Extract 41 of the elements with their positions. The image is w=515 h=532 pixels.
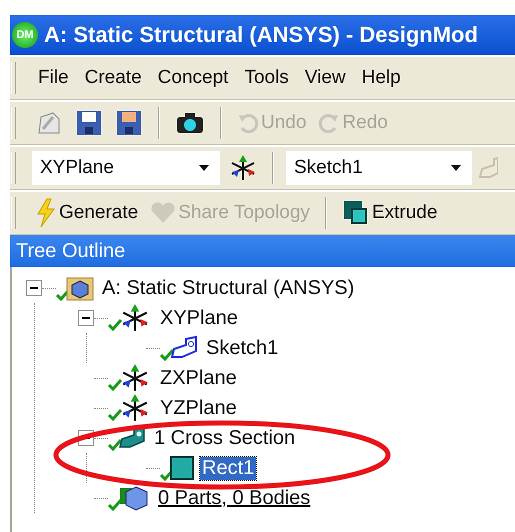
menu-item[interactable]: Concept bbox=[158, 67, 228, 89]
lightning-icon bbox=[35, 198, 57, 228]
tree-item[interactable]: 0 Parts, 0 Bodies bbox=[156, 486, 312, 510]
menu-item[interactable]: Create bbox=[84, 67, 142, 89]
plane-dropdown[interactable]: XYPlane bbox=[32, 151, 220, 185]
toolbar-button[interactable]: Extrude bbox=[338, 197, 440, 229]
extrude-icon bbox=[342, 199, 370, 227]
check-icon bbox=[108, 439, 122, 451]
redo-icon bbox=[318, 112, 340, 134]
app-logo: DM bbox=[12, 22, 38, 48]
window-title: A: Static Structural (ANSYS) - DesignMod bbox=[44, 22, 478, 48]
tree-item[interactable]: Rect1 bbox=[200, 456, 256, 480]
tree-item[interactable]: YZPlane bbox=[158, 396, 239, 420]
check-icon bbox=[108, 499, 122, 511]
heart-icon bbox=[150, 201, 176, 225]
check-icon bbox=[108, 379, 122, 391]
check-icon bbox=[108, 409, 122, 421]
toolbar-button[interactable]: Generate bbox=[32, 196, 142, 230]
tree-item[interactable]: Sketch1 bbox=[204, 336, 280, 360]
undo-icon bbox=[237, 112, 259, 134]
tree-item[interactable]: XYPlane bbox=[158, 306, 240, 330]
menu-item[interactable]: View bbox=[304, 67, 346, 89]
dropdown-arrow-icon bbox=[198, 164, 210, 172]
dropdown-arrow-icon bbox=[450, 164, 462, 172]
sketch-icon bbox=[170, 335, 198, 361]
tree-item[interactable]: A: Static Structural (ANSYS) bbox=[100, 276, 356, 300]
camera-icon bbox=[175, 111, 205, 135]
sketch-dropdown[interactable]: Sketch1 bbox=[286, 151, 472, 185]
check-icon bbox=[160, 349, 174, 361]
axis-icon bbox=[229, 154, 257, 182]
menu-item[interactable]: File bbox=[38, 67, 69, 89]
collapse-icon[interactable] bbox=[78, 310, 94, 326]
tree-item[interactable]: 1 Cross Section bbox=[152, 426, 298, 450]
tree-item[interactable]: ZXPlane bbox=[158, 366, 239, 390]
menu-item[interactable]: Tools bbox=[244, 67, 289, 89]
square-icon bbox=[170, 456, 194, 480]
panel-header: Tree Outline bbox=[10, 235, 515, 267]
check-icon bbox=[108, 319, 122, 331]
menu-item[interactable]: Help bbox=[362, 67, 401, 89]
cubes-icon bbox=[118, 484, 150, 512]
collapse-icon[interactable] bbox=[26, 280, 42, 296]
